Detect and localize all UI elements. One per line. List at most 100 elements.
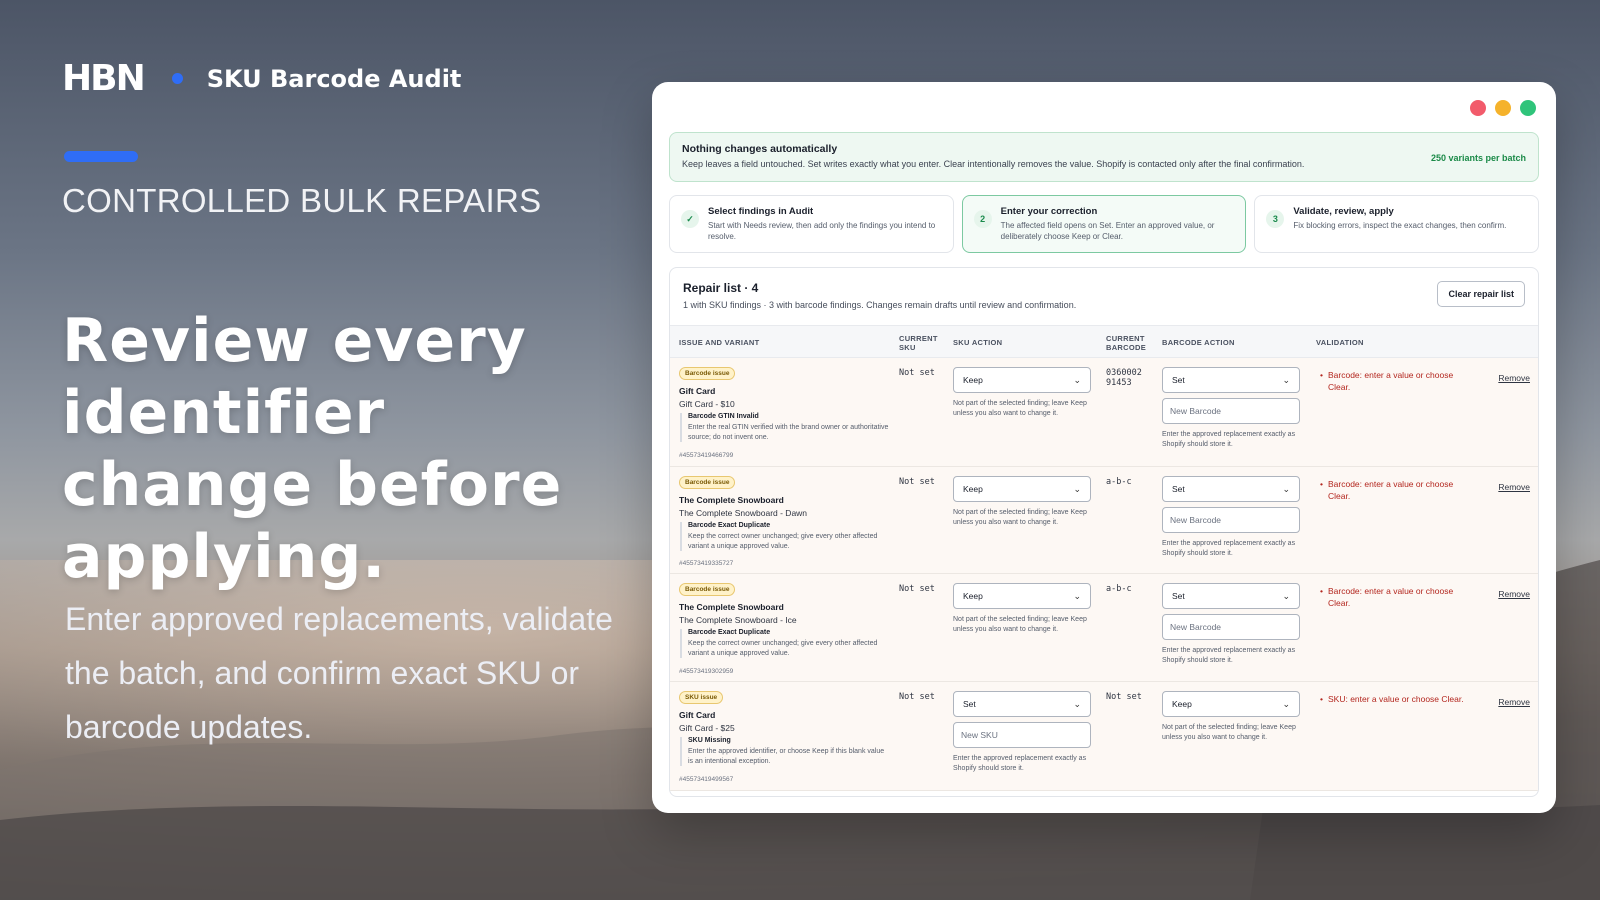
window-controls	[1470, 100, 1536, 116]
finding-text: Enter the approved identifier, or choose…	[688, 748, 885, 765]
sku-action-value: Set	[963, 699, 976, 709]
chevron-down-icon: ⌄	[1282, 590, 1290, 601]
sku-hint: Not part of the selected finding; leave …	[953, 509, 1087, 526]
kicker-text: CONTROLLED BULK REPAIRS	[62, 182, 542, 219]
barcode-hint: Not part of the selected finding; leave …	[1162, 724, 1296, 741]
close-window-dot[interactable]	[1470, 100, 1486, 116]
barcode-hint: Enter the approved replacement exactly a…	[1162, 540, 1296, 557]
col-current-sku: CURRENT SKU	[899, 334, 938, 352]
barcode-action-value: Set	[1172, 591, 1185, 601]
current-sku-value: Not set	[899, 584, 935, 594]
chevron-down-icon: ⌄	[1073, 590, 1081, 601]
repair-list-title: Repair list · 4	[683, 281, 759, 295]
variant-id: #45573419335727	[679, 560, 734, 567]
barcode-action-value: Set	[1172, 375, 1185, 385]
barcode-action-select[interactable]: Set ⌄	[1162, 367, 1300, 393]
brand-header: HBN SKU Barcode Audit	[62, 58, 461, 99]
step-text: The affected field opens on Set. Enter a…	[1000, 221, 1215, 241]
current-sku-value: Not set	[899, 477, 935, 487]
sku-hint: Not part of the selected finding; leave …	[953, 400, 1087, 417]
product-name: Gift Card	[679, 710, 716, 720]
barcode-action-value: Set	[1172, 484, 1185, 494]
step-enter-correction[interactable]: 2 Enter your correction The affected fie…	[961, 195, 1247, 253]
barcode-action-select[interactable]: Set ⌄	[1162, 583, 1300, 609]
remove-row-link[interactable]: Remove	[1498, 697, 1530, 707]
step-number: 3	[1266, 210, 1285, 228]
sku-hint: Enter the approved replacement exactly a…	[953, 755, 1087, 772]
step-check-icon: ✓	[681, 210, 699, 228]
issue-tag: SKU issue	[679, 691, 724, 704]
sku-action-value: Keep	[963, 484, 983, 494]
table-header: ISSUE AND VARIANT CURRENT SKU SKU ACTION…	[670, 325, 1538, 358]
hbn-logo: HBN	[62, 58, 146, 99]
sku-hint: Not part of the selected finding; leave …	[953, 616, 1087, 633]
remove-row-link[interactable]: Remove	[1498, 373, 1530, 383]
sku-action-select[interactable]: Set ⌄	[953, 691, 1091, 717]
step-text: Fix blocking errors, inspect the exact c…	[1293, 221, 1507, 230]
finding-text: Enter the real GTIN verified with the br…	[688, 424, 889, 441]
product-name: The Complete Snowboard	[679, 495, 784, 505]
barcode-action-value: Keep	[1172, 699, 1192, 709]
validation-error: SKU: enter a value or choose Clear.	[1320, 693, 1470, 705]
current-barcode-value: a-b-c	[1106, 477, 1132, 487]
step-validate-apply[interactable]: 3 Validate, review, apply Fix blocking e…	[1254, 195, 1540, 253]
sku-action-value: Keep	[963, 375, 983, 385]
current-barcode-value: a-b-c	[1106, 584, 1132, 594]
barcode-action-select[interactable]: Set ⌄	[1162, 476, 1300, 502]
issue-tag: Barcode issue	[679, 367, 736, 380]
brand-separator-dot	[171, 73, 183, 84]
barcode-action-select[interactable]: Keep ⌄	[1162, 691, 1300, 717]
new-barcode-input[interactable]: New Barcode	[1162, 507, 1300, 533]
finding-text: Keep the correct owner unchanged; give e…	[688, 640, 878, 657]
sku-action-value: Keep	[963, 591, 983, 601]
current-sku-value: Not set	[899, 692, 935, 702]
finding-title: Barcode Exact Duplicate	[688, 629, 771, 636]
finding-detail: Barcode GTIN Invalid Enter the real GTIN…	[680, 413, 890, 442]
barcode-hint: Enter the approved replacement exactly a…	[1162, 431, 1296, 448]
chevron-down-icon: ⌄	[1073, 374, 1081, 385]
sku-action-select[interactable]: Keep ⌄	[953, 367, 1091, 393]
remove-row-link[interactable]: Remove	[1498, 589, 1530, 599]
finding-title: Barcode Exact Duplicate	[688, 522, 771, 529]
chevron-down-icon: ⌄	[1282, 483, 1290, 494]
issue-tag: Barcode issue	[679, 476, 736, 489]
product-name: Gift Card	[679, 386, 716, 396]
finding-detail: SKU Missing Enter the approved identifie…	[680, 737, 890, 766]
maximize-window-dot[interactable]	[1520, 100, 1536, 116]
accent-bar	[64, 151, 138, 162]
chevron-down-icon: ⌄	[1282, 374, 1290, 385]
table-row: Barcode issue The Complete Snowboard The…	[670, 467, 1538, 574]
finding-detail: Barcode Exact Duplicate Keep the correct…	[680, 629, 890, 658]
step-select-findings[interactable]: ✓ Select findings in Audit Start with Ne…	[669, 195, 954, 253]
new-barcode-input[interactable]: New Barcode	[1162, 614, 1300, 640]
info-banner: Nothing changes automatically Keep leave…	[669, 132, 1539, 182]
sku-action-select[interactable]: Keep ⌄	[953, 476, 1091, 502]
app-window: Nothing changes automatically Keep leave…	[652, 82, 1556, 813]
validation-error: Barcode: enter a value or choose Clear.	[1320, 478, 1470, 502]
issue-tag: Barcode issue	[679, 583, 736, 596]
variant-id: #45573419466799	[679, 452, 734, 459]
variant-name: The Complete Snowboard - Dawn	[679, 508, 808, 518]
col-current-barcode: CURRENT BARCODE	[1106, 334, 1147, 352]
table-row: Barcode issue Gift Card Gift Card - $10 …	[670, 358, 1538, 467]
repair-list-subtitle: 1 with SKU findings · 3 with barcode fin…	[683, 300, 1077, 310]
remove-row-link[interactable]: Remove	[1498, 482, 1530, 492]
col-sku-action: SKU ACTION	[953, 338, 1003, 347]
product-title: SKU Barcode Audit	[206, 64, 462, 93]
finding-title: Barcode GTIN Invalid	[688, 413, 759, 420]
banner-title: Nothing changes automatically	[682, 143, 838, 155]
step-title: Select findings in Audit	[708, 206, 814, 217]
banner-text: Keep leaves a field untouched. Set write…	[682, 159, 1305, 169]
sku-action-select[interactable]: Keep ⌄	[953, 583, 1091, 609]
validation-error: Barcode: enter a value or choose Clear.	[1320, 585, 1470, 609]
variant-name: The Complete Snowboard - Ice	[679, 615, 797, 625]
current-barcode-value: Not set	[1106, 692, 1142, 702]
finding-text: Keep the correct owner unchanged; give e…	[688, 533, 878, 550]
clear-repair-list-button[interactable]: Clear repair list	[1437, 281, 1525, 307]
new-sku-input[interactable]: New SKU	[953, 722, 1091, 748]
variant-name: Gift Card - $25	[679, 723, 735, 733]
product-name: The Complete Snowboard	[679, 602, 784, 612]
minimize-window-dot[interactable]	[1495, 100, 1511, 116]
chevron-down-icon: ⌄	[1073, 483, 1081, 494]
new-barcode-input[interactable]: New Barcode	[1162, 398, 1300, 424]
